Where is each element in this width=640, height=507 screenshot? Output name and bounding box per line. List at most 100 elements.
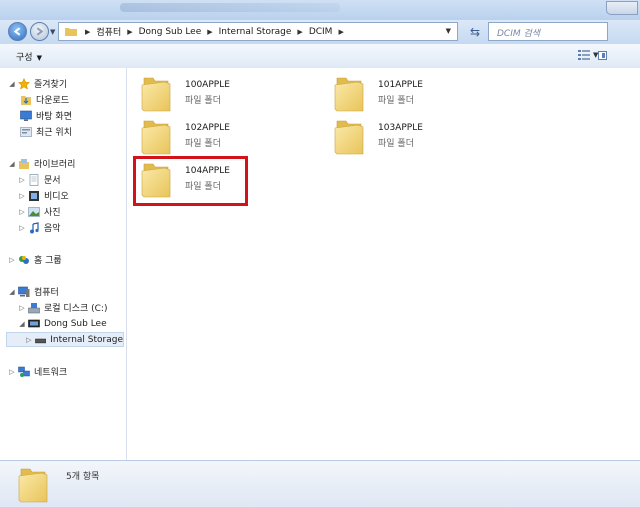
nav-homegroup[interactable]: ▷ 홈 그룹 bbox=[8, 252, 62, 267]
expand-triangle-icon[interactable]: ◢ bbox=[8, 288, 16, 296]
chevron-right-icon[interactable]: ▶ bbox=[338, 28, 343, 36]
refresh-icon: ⇆ bbox=[469, 25, 481, 39]
library-icon bbox=[19, 158, 29, 169]
chevron-right-icon[interactable]: ▶ bbox=[207, 28, 212, 36]
collapsed-triangle-icon[interactable]: ▷ bbox=[18, 208, 26, 216]
chevron-down-icon: ▼ bbox=[36, 54, 42, 62]
annotation-highlight-box bbox=[133, 156, 248, 206]
nav-label: 비디오 bbox=[44, 192, 69, 202]
refresh-button[interactable]: ⇆ bbox=[463, 24, 487, 40]
forward-arrow-icon bbox=[36, 27, 44, 36]
music-icon bbox=[30, 221, 39, 233]
pictures-icon bbox=[28, 206, 40, 217]
collapsed-triangle-icon[interactable]: ▷ bbox=[25, 336, 33, 344]
address-bar[interactable]: ▶ 컴퓨터 ▶ Dong Sub Lee ▶ Internal Storage … bbox=[58, 22, 458, 41]
nav-computer[interactable]: ◢ 컴퓨터 bbox=[8, 284, 59, 299]
computer-icon bbox=[18, 286, 30, 297]
homegroup-icon bbox=[19, 255, 29, 264]
folder-type: 파일 폴더 bbox=[185, 139, 221, 149]
close-button[interactable] bbox=[606, 1, 638, 15]
device-icon bbox=[28, 319, 40, 327]
nav-label: 네트워크 bbox=[34, 368, 68, 378]
nav-recent-places[interactable]: 최근 위치 bbox=[18, 124, 72, 139]
address-toolbar: ▼ ▶ 컴퓨터 ▶ Dong Sub Lee ▶ Internal Storag… bbox=[0, 20, 640, 44]
nav-label: 다운로드 bbox=[36, 96, 70, 106]
back-arrow-icon bbox=[13, 27, 21, 36]
collapsed-triangle-icon[interactable]: ▷ bbox=[18, 304, 26, 312]
command-bar: 구성 ▼ ▼ bbox=[0, 44, 640, 69]
network-icon bbox=[18, 366, 30, 377]
nav-libraries[interactable]: ◢ 라이브러리 bbox=[8, 156, 75, 171]
folder-name: 101APPLE bbox=[378, 80, 423, 90]
organize-button[interactable]: 구성 ▼ bbox=[16, 50, 42, 63]
collapsed-triangle-icon[interactable]: ▷ bbox=[8, 256, 16, 264]
collapsed-triangle-icon[interactable]: ▷ bbox=[18, 224, 26, 232]
nav-downloads[interactable]: 다운로드 bbox=[18, 92, 69, 107]
nav-favorites[interactable]: ◢ 즐겨찾기 bbox=[8, 76, 67, 91]
collapsed-triangle-icon[interactable]: ▷ bbox=[18, 192, 26, 200]
recent-places-icon bbox=[20, 126, 32, 137]
folder-item[interactable]: 100APPLE 파일 폴더 bbox=[133, 72, 313, 116]
folder-item[interactable]: 103APPLE 파일 폴더 bbox=[326, 115, 506, 159]
recent-pages-dropdown[interactable]: ▼ bbox=[50, 28, 55, 36]
nav-network[interactable]: ▷ 네트워크 bbox=[8, 364, 67, 379]
file-list: 100APPLE 파일 폴더 101APPLE 파일 폴더 102APPLE 파… bbox=[127, 68, 640, 460]
collapsed-triangle-icon[interactable]: ▷ bbox=[8, 368, 16, 376]
folder-type: 파일 폴더 bbox=[378, 96, 414, 106]
folder-icon bbox=[65, 28, 77, 36]
breadcrumb-dcim[interactable]: DCIM bbox=[309, 27, 333, 37]
nav-label: 바탕 화면 bbox=[36, 112, 72, 122]
chevron-right-icon[interactable]: ▶ bbox=[85, 28, 90, 36]
forward-button[interactable] bbox=[30, 22, 49, 41]
folder-name: 100APPLE bbox=[185, 80, 230, 90]
expand-triangle-icon[interactable]: ◢ bbox=[18, 320, 26, 328]
blurred-title bbox=[120, 3, 340, 12]
nav-music[interactable]: ▷ 음악 bbox=[18, 220, 61, 235]
folder-icon bbox=[334, 74, 364, 112]
nav-pictures[interactable]: ▷ 사진 bbox=[18, 204, 61, 219]
nav-desktop[interactable]: 바탕 화면 bbox=[18, 108, 72, 123]
folder-item[interactable]: 101APPLE 파일 폴더 bbox=[326, 72, 506, 116]
view-list-icon bbox=[578, 50, 590, 60]
folder-type: 파일 폴더 bbox=[378, 139, 414, 149]
details-pane: 5개 항목 bbox=[0, 460, 640, 507]
nav-label: 문서 bbox=[44, 176, 61, 186]
videos-icon bbox=[29, 190, 39, 201]
chevron-right-icon[interactable]: ▶ bbox=[127, 28, 132, 36]
nav-dong-sub-lee[interactable]: ◢ Dong Sub Lee bbox=[18, 316, 107, 331]
breadcrumb-device[interactable]: Dong Sub Lee bbox=[139, 27, 202, 37]
breadcrumb-storage[interactable]: Internal Storage bbox=[219, 27, 292, 37]
nav-internal-storage[interactable]: ▷ Internal Storage bbox=[6, 332, 124, 347]
nav-label: Dong Sub Lee bbox=[44, 318, 107, 329]
preview-pane-toggle[interactable] bbox=[598, 51, 607, 60]
folder-item[interactable]: 102APPLE 파일 폴더 bbox=[133, 115, 313, 159]
change-view-button[interactable]: ▼ bbox=[578, 50, 598, 60]
nav-label: 컴퓨터 bbox=[34, 288, 59, 298]
documents-icon bbox=[29, 173, 39, 186]
star-icon bbox=[18, 77, 30, 90]
nav-label: 홈 그룹 bbox=[34, 256, 62, 266]
nav-label: Internal Storage bbox=[50, 334, 123, 345]
nav-label: 최근 위치 bbox=[36, 128, 72, 138]
expand-triangle-icon[interactable]: ◢ bbox=[8, 80, 16, 88]
nav-local-disk[interactable]: ▷ 로컬 디스크 (C:) bbox=[18, 300, 107, 315]
downloads-folder-icon bbox=[21, 95, 31, 105]
folder-icon bbox=[18, 465, 48, 503]
breadcrumb-computer[interactable]: 컴퓨터 bbox=[96, 25, 121, 38]
nav-label: 음악 bbox=[44, 224, 61, 234]
search-input[interactable]: DCIM 검색 bbox=[488, 22, 608, 41]
local-disk-icon bbox=[28, 302, 40, 313]
folder-name: 102APPLE bbox=[185, 123, 230, 133]
nav-label: 사진 bbox=[44, 208, 61, 218]
back-button[interactable] bbox=[8, 22, 27, 41]
item-count: 5개 항목 bbox=[66, 472, 100, 482]
folder-icon bbox=[141, 74, 171, 112]
collapsed-triangle-icon[interactable]: ▷ bbox=[18, 176, 26, 184]
navigation-pane: ◢ 즐겨찾기 다운로드 바탕 화면 최근 위치 ◢ 라이브러리 ▷ 문서 ▷ 비… bbox=[0, 68, 127, 460]
expand-triangle-icon[interactable]: ◢ bbox=[8, 160, 16, 168]
nav-documents[interactable]: ▷ 문서 bbox=[18, 172, 61, 187]
address-history-dropdown[interactable]: ▼ bbox=[446, 27, 451, 35]
nav-videos[interactable]: ▷ 비디오 bbox=[18, 188, 69, 203]
nav-label: 즐겨찾기 bbox=[34, 80, 68, 90]
chevron-right-icon[interactable]: ▶ bbox=[297, 28, 302, 36]
